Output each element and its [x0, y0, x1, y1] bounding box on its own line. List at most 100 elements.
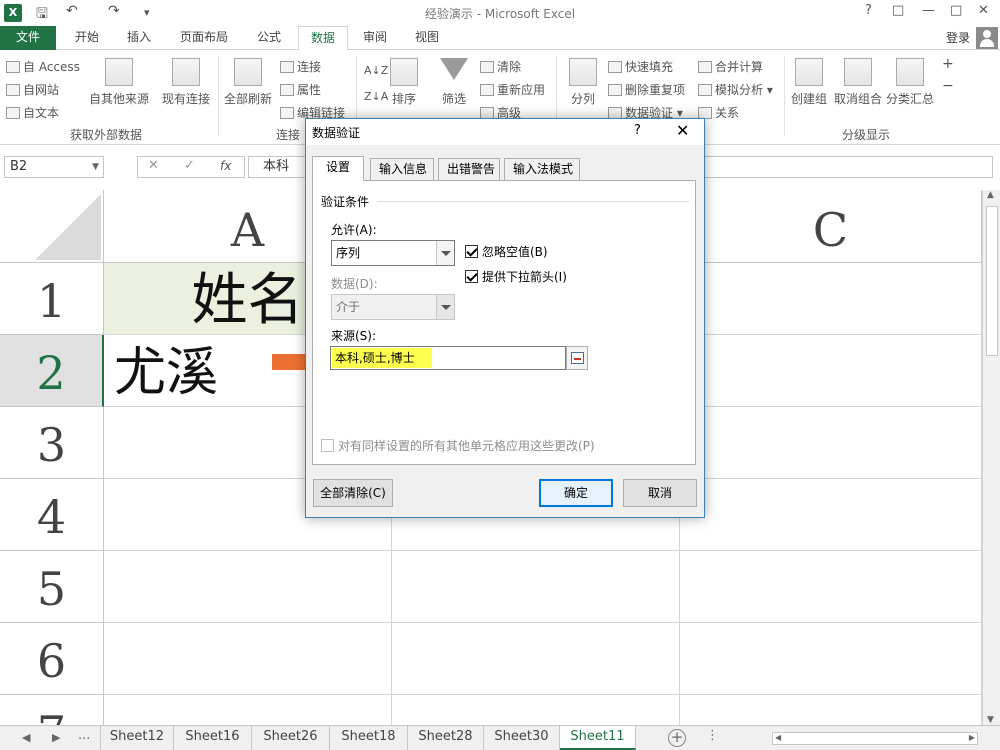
sheet-tab[interactable]: Sheet30	[484, 726, 560, 750]
show-detail-icon[interactable]: +	[942, 56, 954, 72]
cell-b7[interactable]	[392, 695, 680, 725]
tab-home[interactable]: 开始	[64, 26, 110, 50]
from-access-button[interactable]: 自 Access	[6, 58, 80, 75]
tab-input-message[interactable]: 输入信息	[370, 158, 434, 180]
tab-settings[interactable]: 设置	[312, 156, 364, 181]
scroll-right-icon[interactable]: ▶	[969, 733, 975, 742]
sheet-tab[interactable]: Sheet28	[408, 726, 484, 750]
scroll-down-icon[interactable]: ▼	[987, 715, 994, 725]
scroll-left-icon[interactable]: ◀	[775, 733, 781, 742]
scroll-up-icon[interactable]: ▲	[987, 190, 994, 200]
ok-button[interactable]: 确定	[539, 479, 613, 507]
more-sheets-button[interactable]: ...	[78, 728, 90, 743]
next-sheet-icon[interactable]: ▶	[52, 731, 60, 744]
dialog-help-button[interactable]: ?	[634, 123, 641, 138]
text-to-columns-button[interactable]: 分列	[566, 58, 600, 107]
tab-view[interactable]: 视图	[406, 26, 448, 50]
in-cell-dropdown-checkbox[interactable]: 提供下拉箭头(I)	[465, 268, 567, 285]
login-link[interactable]: 登录	[946, 29, 970, 46]
name-box[interactable]: B2 ▼	[4, 156, 104, 178]
sheet-tab[interactable]: Sheet18	[330, 726, 408, 750]
group-button[interactable]: 创建组	[788, 58, 830, 107]
maximize-button[interactable]: □	[950, 3, 962, 18]
ungroup-button[interactable]: 取消组合	[832, 58, 884, 107]
avatar-icon[interactable]	[976, 27, 998, 49]
from-text-button[interactable]: 自文本	[6, 104, 59, 121]
cancel-button[interactable]: 取消	[623, 479, 697, 507]
properties-button[interactable]: 属性	[280, 81, 321, 98]
reapply-button[interactable]: 重新应用	[480, 81, 545, 98]
cell-b6[interactable]	[392, 623, 680, 695]
sort-button[interactable]: 排序	[386, 58, 422, 107]
ignore-blank-checkbox[interactable]: 忽略空值(B)	[465, 243, 548, 260]
cell-c6[interactable]	[680, 623, 982, 695]
allow-select[interactable]: 序列	[331, 240, 455, 266]
tab-insert[interactable]: 插入	[116, 26, 162, 50]
vertical-scroll-thumb[interactable]	[986, 206, 998, 356]
vertical-scrollbar[interactable]: ▲ ▼	[982, 190, 1000, 725]
dialog-title-bar[interactable]: 数据验证 ? ✕	[306, 119, 704, 145]
cell-c2[interactable]	[680, 335, 982, 407]
tab-split-handle[interactable]: ⋮	[706, 728, 719, 743]
help-button[interactable]: ?	[865, 3, 872, 18]
prev-sheet-icon[interactable]: ◀	[22, 731, 30, 744]
subtotal-button[interactable]: 分类汇总	[884, 58, 936, 107]
horizontal-scrollbar[interactable]: ◀ ▶	[772, 732, 978, 745]
cancel-entry-icon[interactable]: ✕	[148, 158, 159, 173]
cell-a7[interactable]	[104, 695, 392, 725]
select-all-button[interactable]	[0, 190, 104, 263]
remove-duplicates-button[interactable]: 删除重复项	[608, 81, 685, 98]
row-header-6[interactable]: 6	[0, 623, 104, 695]
row-header-2[interactable]: 2	[0, 335, 104, 407]
sheet-tab[interactable]: Sheet12	[100, 726, 174, 750]
cell-b5[interactable]	[392, 551, 680, 623]
filter-button[interactable]: 筛选	[436, 58, 472, 107]
tab-data[interactable]: 数据	[298, 26, 348, 51]
existing-connections-button[interactable]: 现有连接	[160, 58, 212, 107]
cell-c4[interactable]	[680, 479, 982, 551]
source-input[interactable]: 本科,硕士,博士	[330, 346, 566, 370]
column-header-c[interactable]: C	[680, 190, 982, 263]
tab-error-alert[interactable]: 出错警告	[438, 158, 500, 180]
cell-c5[interactable]	[680, 551, 982, 623]
collapse-dialog-button[interactable]	[566, 346, 588, 370]
sort-desc-icon[interactable]: Z↓A	[364, 90, 388, 103]
tab-review[interactable]: 审阅	[354, 26, 396, 50]
hide-detail-icon[interactable]: −	[942, 78, 954, 94]
confirm-entry-icon[interactable]: ✓	[184, 158, 195, 173]
add-sheet-button[interactable]: +	[668, 729, 686, 747]
cell-a5[interactable]	[104, 551, 392, 623]
clear-filter-button[interactable]: 清除	[480, 58, 521, 75]
tab-formulas[interactable]: 公式	[248, 26, 290, 50]
chevron-down-icon[interactable]	[436, 241, 454, 265]
dialog-close-button[interactable]: ✕	[676, 121, 689, 140]
flash-fill-button[interactable]: 快速填充	[608, 58, 673, 75]
insert-function-icon[interactable]: fx	[220, 159, 231, 173]
cell-c3[interactable]	[680, 407, 982, 479]
consolidate-button[interactable]: 合并计算	[698, 58, 763, 75]
minimize-button[interactable]: —	[922, 3, 935, 18]
from-other-sources-button[interactable]: 自其他来源	[88, 58, 150, 107]
tab-page-layout[interactable]: 页面布局	[172, 26, 236, 50]
tab-ime-mode[interactable]: 输入法模式	[504, 158, 580, 180]
sort-asc-icon[interactable]: A↓Z	[364, 64, 388, 77]
from-web-button[interactable]: 自网站	[6, 81, 59, 98]
connections-button[interactable]: 连接	[280, 58, 321, 75]
close-button[interactable]: ✕	[978, 3, 989, 18]
sheet-tab-active[interactable]: Sheet11	[560, 726, 636, 750]
tab-file[interactable]: 文件	[0, 26, 56, 50]
row-header-5[interactable]: 5	[0, 551, 104, 623]
clear-all-button[interactable]: 全部清除(C)	[313, 479, 393, 507]
row-header-4[interactable]: 4	[0, 479, 104, 551]
row-header-1[interactable]: 1	[0, 263, 104, 335]
sheet-tab[interactable]: Sheet26	[252, 726, 330, 750]
cell-a6[interactable]	[104, 623, 392, 695]
refresh-all-button[interactable]: 全部刷新	[222, 58, 274, 107]
sheet-tab[interactable]: Sheet16	[174, 726, 252, 750]
row-header-7[interactable]: 7	[0, 695, 104, 725]
cell-c7[interactable]	[680, 695, 982, 725]
what-if-button[interactable]: 模拟分析 ▾	[698, 81, 773, 98]
cell-c1[interactable]	[680, 263, 982, 335]
row-header-3[interactable]: 3	[0, 407, 104, 479]
ribbon-display-button[interactable]: □	[892, 3, 904, 18]
